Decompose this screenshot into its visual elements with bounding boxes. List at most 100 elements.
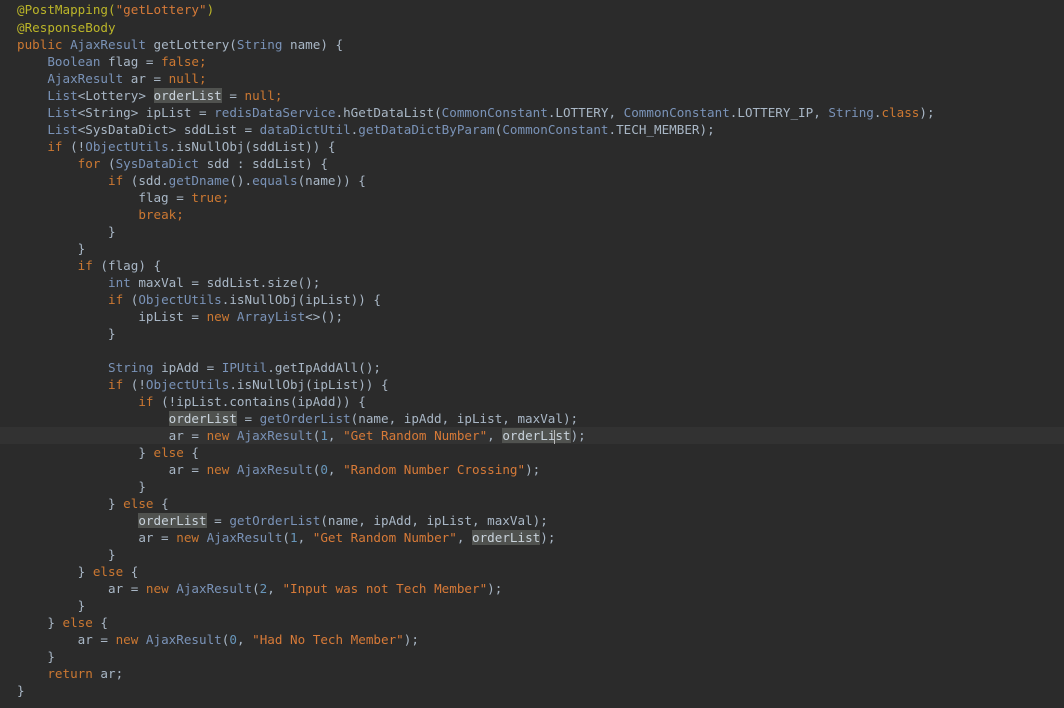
code-line[interactable]: List<String> ipList = redisDataService.h… <box>0 104 1064 121</box>
code-line[interactable]: for (SysDataDict sdd : sddList) { <box>0 155 1064 172</box>
code-token: ipList = <box>17 309 207 324</box>
code-line[interactable]: orderList = getOrderList(name, ipAdd, ip… <box>0 512 1064 529</box>
code-token: new <box>206 462 237 477</box>
code-line[interactable]: } <box>0 240 1064 257</box>
code-line[interactable]: ar = new AjaxResult(0, "Random Number Cr… <box>0 461 1064 478</box>
code-token: (!ipList.contains(ipAdd)) { <box>153 394 366 409</box>
code-token: } <box>17 445 154 460</box>
code-line[interactable]: ar = new AjaxResult(1, "Get Random Numbe… <box>0 427 1064 444</box>
code-token: (! <box>62 139 86 154</box>
code-token: 1 <box>320 428 328 443</box>
code-token: List <box>47 88 78 103</box>
code-token: getLottery( <box>145 37 237 52</box>
code-line[interactable]: AjaxResult ar = null; <box>0 70 1064 87</box>
highlighted-identifier: orderList <box>168 411 237 426</box>
code-token: if <box>108 377 124 392</box>
code-editor[interactable]: @PostMapping("getLottery") @ResponseBody p… <box>0 0 1064 708</box>
code-token: ); <box>540 530 556 545</box>
code-line[interactable]: } <box>0 597 1064 614</box>
code-token: } <box>17 326 116 341</box>
code-token: } <box>17 598 86 613</box>
code-token: ( <box>282 530 290 545</box>
code-token: new <box>145 581 177 596</box>
code-token: , <box>327 428 344 443</box>
code-line[interactable]: } <box>0 648 1064 665</box>
code-token: 1 <box>290 530 298 545</box>
code-token: equals <box>252 173 298 188</box>
code-line[interactable]: if (!ObjectUtils.isNullObj(ipList)) { <box>0 376 1064 393</box>
code-line[interactable]: flag = true; <box>0 189 1064 206</box>
code-line[interactable]: @ResponseBody <box>0 19 1064 36</box>
code-token: , <box>267 581 283 596</box>
code-token: flag = <box>100 54 162 69</box>
code-line[interactable]: Boolean flag = false; <box>0 53 1064 70</box>
code-line[interactable]: String ipAdd = IPUtil.getIpAddAll(); <box>0 359 1064 376</box>
code-token: public <box>17 37 71 52</box>
code-token: class <box>881 105 920 120</box>
code-token: getOrderList <box>259 411 351 426</box>
code-line[interactable]: } <box>0 546 1064 563</box>
highlighted-identifier: orderList <box>138 513 207 528</box>
code-line[interactable]: int maxVal = sddList.size(); <box>0 274 1064 291</box>
code-line[interactable]: List<SysDataDict> sddList = dataDictUtil… <box>0 121 1064 138</box>
code-token: ar = <box>17 462 207 477</box>
code-token: AjaxResult <box>70 37 146 52</box>
code-line[interactable]: if (ObjectUtils.isNullObj(ipList)) { <box>0 291 1064 308</box>
code-line[interactable]: } else { <box>0 495 1064 512</box>
code-token: @ResponseBody <box>17 20 116 35</box>
code-token: getDataDictByParam <box>358 122 495 137</box>
code-line[interactable]: } else { <box>0 444 1064 461</box>
code-token: ; <box>199 54 207 69</box>
code-line[interactable]: orderList = getOrderList(name, ipAdd, ip… <box>0 410 1064 427</box>
code-token: } <box>17 683 25 698</box>
code-line[interactable]: if (!ObjectUtils.isNullObj(sddList)) { <box>0 138 1064 155</box>
code-token: return <box>47 666 93 681</box>
code-token: , <box>297 530 313 545</box>
code-line[interactable]: } <box>0 223 1064 240</box>
code-line[interactable]: ar = new AjaxResult(1, "Get Random Numbe… <box>0 529 1064 546</box>
code-line[interactable]: } <box>0 325 1064 342</box>
code-line[interactable]: public AjaxResult getLottery(String name… <box>0 36 1064 53</box>
code-token: List <box>47 105 78 120</box>
code-token: new <box>176 530 207 545</box>
code-token: <Lottery> <box>77 88 154 103</box>
code-token: flag = <box>17 190 192 205</box>
code-line[interactable]: return ar; <box>0 665 1064 682</box>
code-token: maxVal = sddList.size(); <box>130 275 321 290</box>
code-line[interactable]: ipList = new ArrayList<>(); <box>0 308 1064 325</box>
code-line[interactable]: break; <box>0 206 1064 223</box>
code-line[interactable]: List<Lottery> orderList = null; <box>0 87 1064 104</box>
code-token: ); <box>570 428 586 443</box>
code-line[interactable]: if (!ipList.contains(ipAdd)) { <box>0 393 1064 410</box>
code-line[interactable]: } <box>0 682 1064 699</box>
code-token: true <box>191 190 222 205</box>
code-token: (! <box>123 377 146 392</box>
code-token: ar = <box>17 428 207 443</box>
code-token: { <box>183 445 199 460</box>
code-line[interactable]: if (flag) { <box>0 257 1064 274</box>
code-token: ar = <box>123 71 169 86</box>
code-token: = <box>206 513 230 528</box>
code-line[interactable]: if (sdd.getDname().equals(name)) { <box>0 172 1064 189</box>
code-line[interactable]: } <box>0 478 1064 495</box>
code-token: (). <box>229 173 253 188</box>
code-line[interactable]: ar = new AjaxResult(2, "Input was not Te… <box>0 580 1064 597</box>
code-line[interactable] <box>0 342 1064 359</box>
code-token: <String> ipList = <box>77 105 215 120</box>
code-line[interactable]: @PostMapping("getLottery") <box>0 0 1064 19</box>
code-token: ObjectUtils <box>138 292 222 307</box>
code-line[interactable]: } else { <box>0 614 1064 631</box>
code-line[interactable]: } else { <box>0 563 1064 580</box>
code-token: .isNullObj(sddList)) { <box>168 139 336 154</box>
code-token: AjaxResult <box>176 581 253 596</box>
code-token: else <box>92 564 124 579</box>
code-token: List <box>47 122 78 137</box>
code-token: (name, ipAdd, ipList, maxVal); <box>350 411 579 426</box>
code-line[interactable]: ar = new AjaxResult(0, "Had No Tech Memb… <box>0 631 1064 648</box>
code-token: "Get Random Number" <box>312 530 457 545</box>
code-token: getDname <box>168 173 230 188</box>
